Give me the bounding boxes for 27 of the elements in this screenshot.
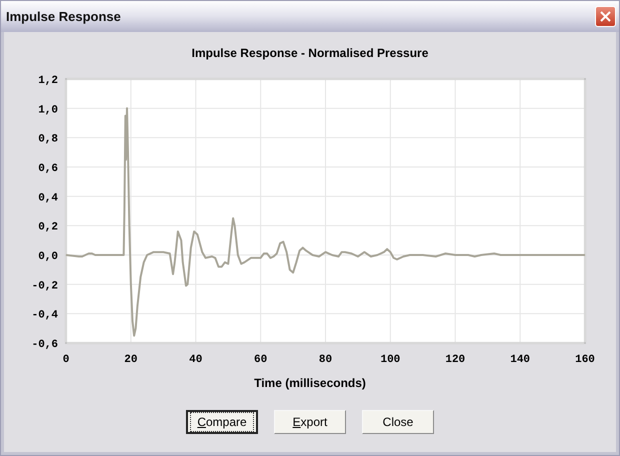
x-tick-label: 140 (510, 354, 530, 366)
y-tick-label: 0,8 (38, 134, 58, 146)
dialog-button[interactable]: Export (274, 410, 346, 434)
x-tick-label: 80 (318, 354, 332, 366)
x-tick-label: 0 (62, 354, 70, 366)
y-tick-label: -0,6 (32, 339, 58, 351)
x-tick-label: 120 (445, 354, 466, 366)
x-tick-label: 20 (124, 354, 138, 366)
y-tick-label: -0,2 (32, 280, 58, 292)
window-title: Impulse Response (6, 8, 121, 26)
y-tick-label: 0,0 (38, 251, 58, 263)
close-icon (600, 11, 611, 22)
y-tick-label: 1,0 (38, 104, 58, 116)
close-button[interactable] (595, 6, 616, 27)
x-tick-label: 160 (575, 354, 595, 366)
x-tick-label: 100 (380, 354, 400, 366)
y-tick-label: 0,2 (38, 222, 58, 234)
x-tick-label: 40 (189, 354, 202, 366)
x-axis-label: Time (milliseconds) (254, 376, 366, 390)
y-tick-label: 0,4 (38, 192, 58, 204)
y-tick-label: 1,2 (38, 75, 58, 87)
y-tick-label: -0,4 (32, 310, 58, 322)
dialog-button[interactable]: Compare (186, 410, 258, 434)
y-tick-label: 0,6 (38, 163, 58, 175)
dialog-button[interactable]: Close (362, 410, 434, 434)
chart-title: Impulse Response - Normalised Pressure (190, 46, 430, 60)
x-tick-label: 60 (254, 354, 268, 366)
